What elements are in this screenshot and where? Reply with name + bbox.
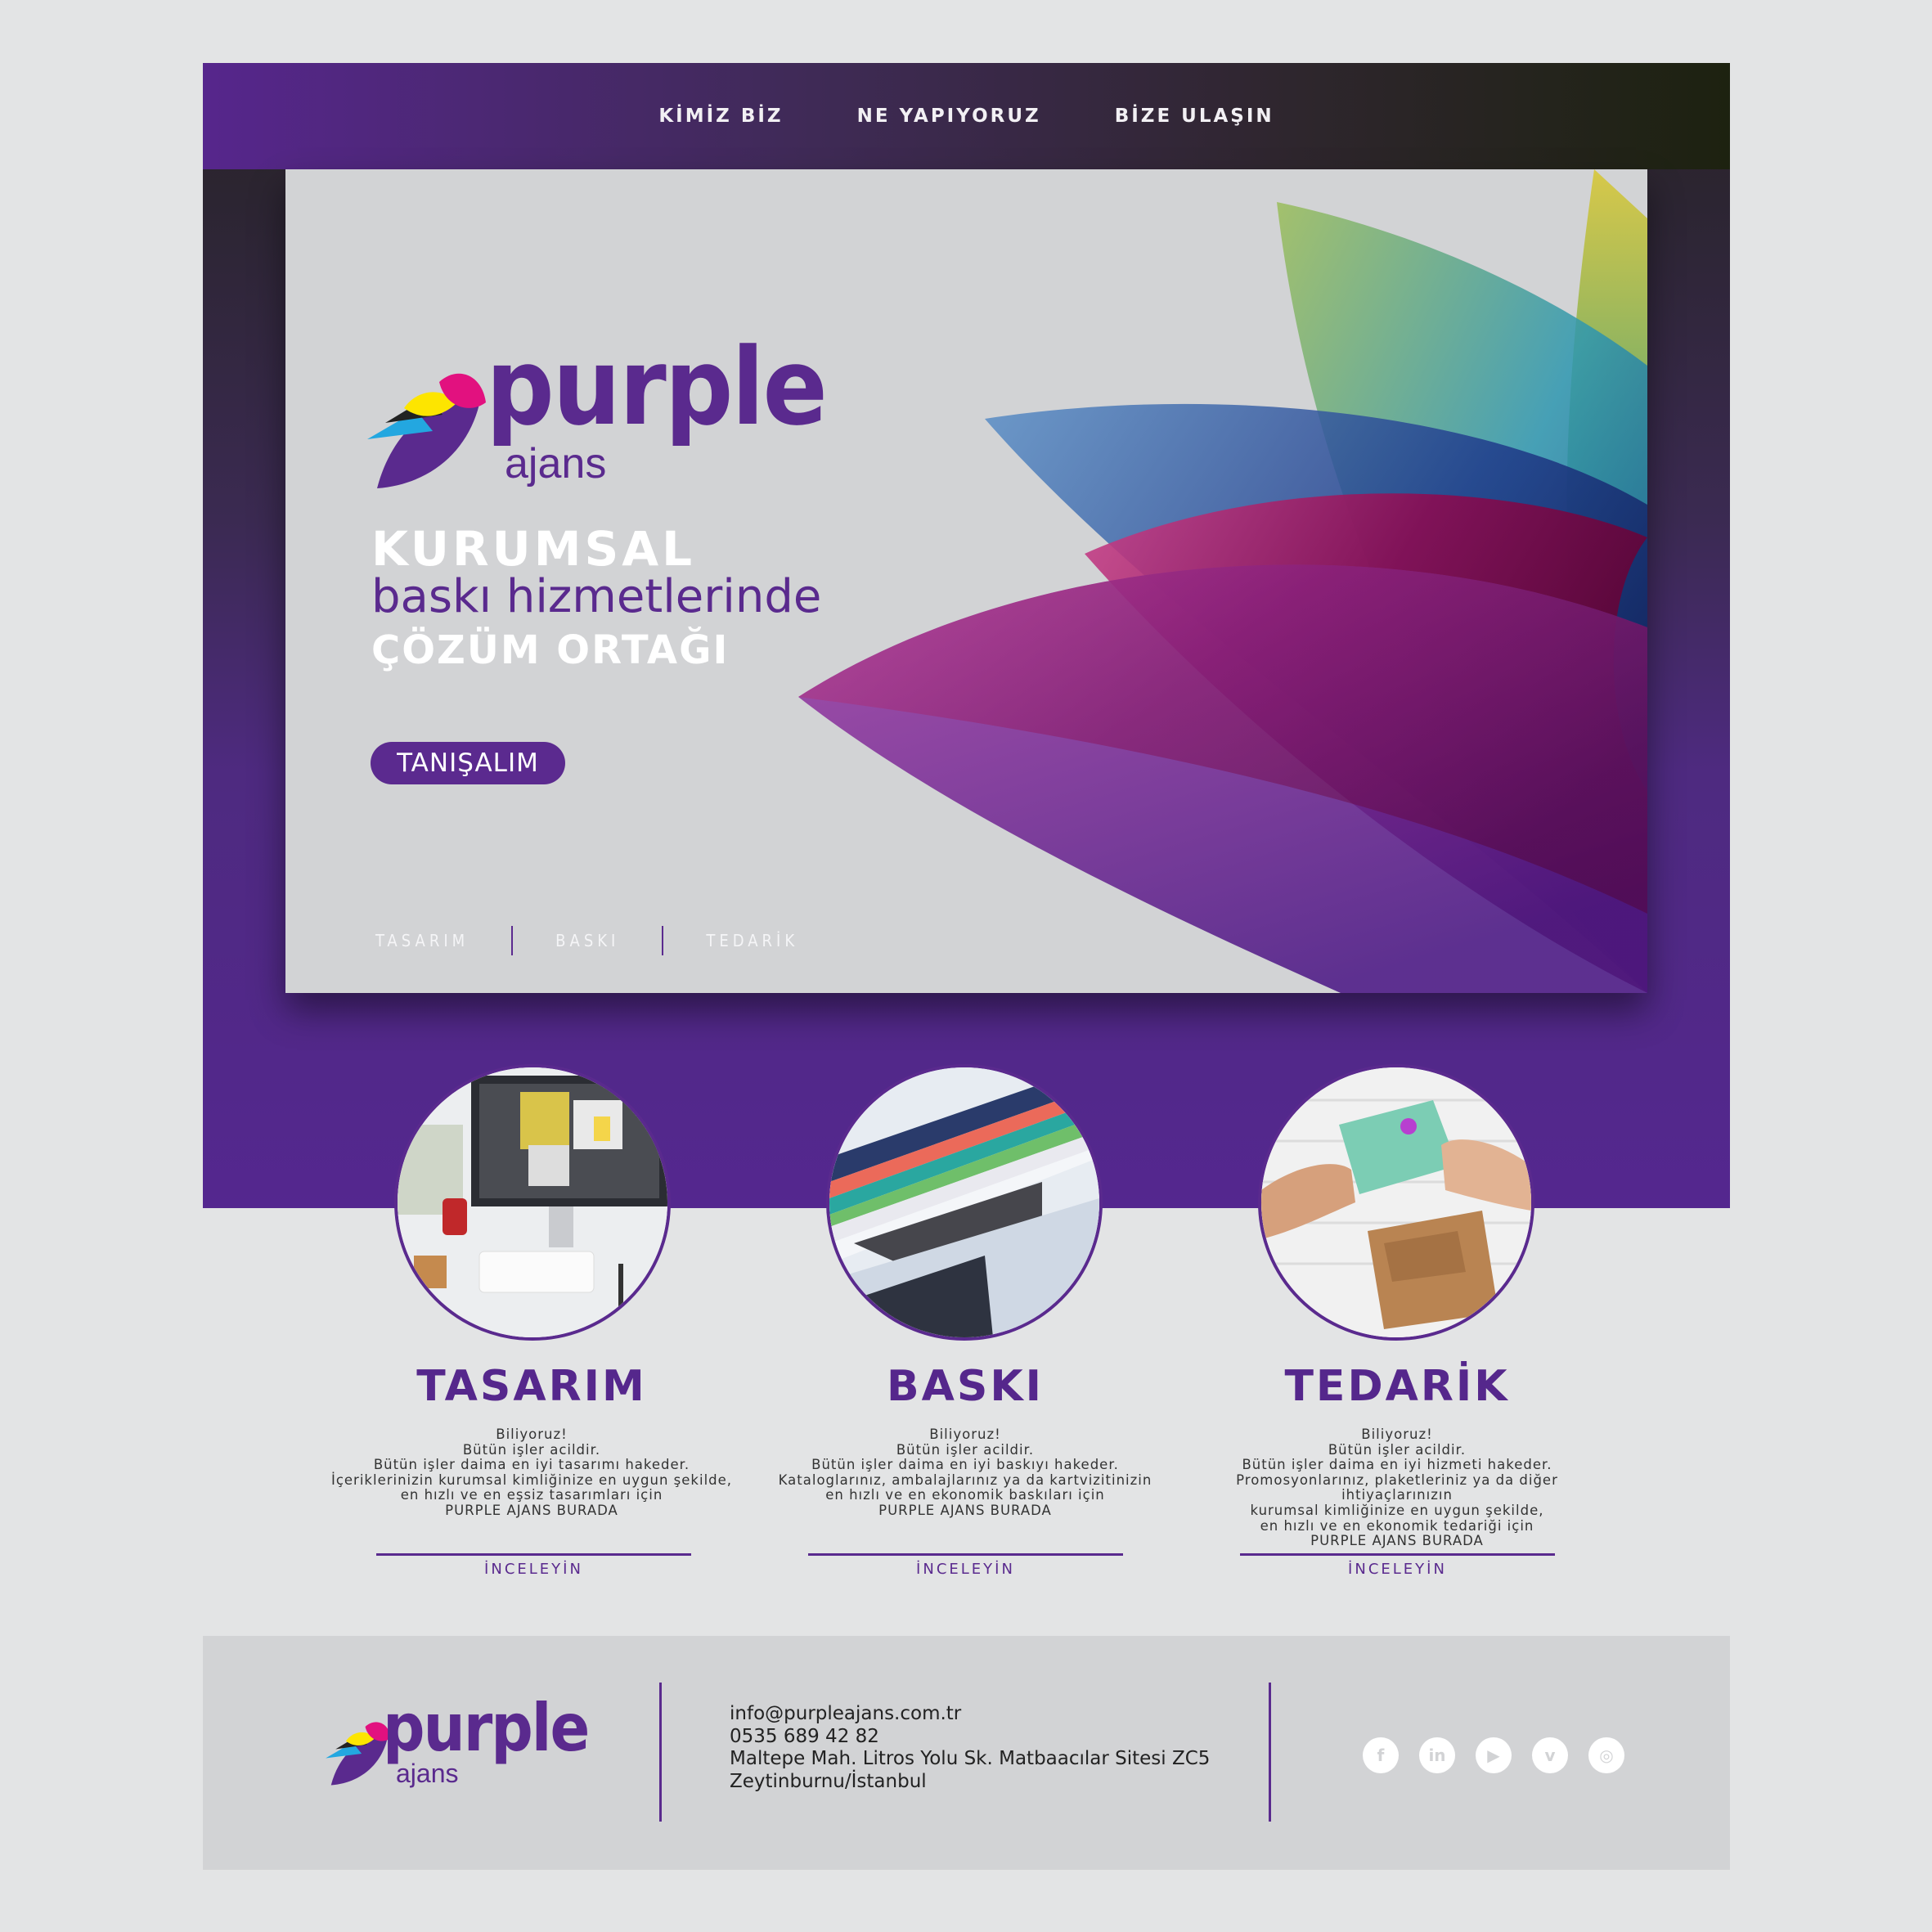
subnav-item-tedarik[interactable]: TEDARİK <box>706 931 798 950</box>
hero-headline-cozum: ÇÖZÜM ORTAĞI <box>371 627 730 673</box>
tanisalim-button[interactable]: TANIŞALIM <box>371 742 565 784</box>
subnav-divider <box>511 926 514 955</box>
card-divider <box>376 1553 691 1556</box>
footer-address-line2: Zeytinburnu/İstanbul <box>730 1770 927 1792</box>
printed-catalogs-image[interactable] <box>826 1064 1103 1341</box>
footer-email[interactable]: info@purpleajans.com.tr <box>730 1703 1210 1726</box>
designer-workstation-image[interactable] <box>394 1064 671 1341</box>
brand-wordmark: purple <box>486 325 828 449</box>
inceleyin-link-tasarim[interactable]: İNCELEYİN <box>376 1561 691 1578</box>
nav-item-ne-yapiyoruz[interactable]: NE YAPIYORUZ <box>857 106 1041 127</box>
subnav-divider <box>662 926 664 955</box>
inceleyin-link-baski[interactable]: İNCELEYİN <box>808 1561 1123 1578</box>
footer-subword: ajans <box>396 1759 459 1788</box>
card-title-tedarik: TEDARİK <box>1284 1362 1510 1411</box>
footer: purple ajans info@purpleajans.com.tr 053… <box>203 1636 1730 1870</box>
card-text-tasarim: Biliyoruz! Bütün işler acildir. Bütün işle… <box>330 1427 733 1518</box>
brand-logo[interactable]: purple ajans <box>367 325 828 500</box>
footer-divider <box>1269 1683 1271 1822</box>
brand-subword: ajans <box>505 440 607 487</box>
facebook-icon[interactable]: f <box>1363 1737 1399 1773</box>
card-title-baski: BASKI <box>887 1362 1044 1411</box>
instagram-icon[interactable]: ◎ <box>1588 1737 1624 1773</box>
footer-contact: info@purpleajans.com.tr 0535 689 42 82 M… <box>730 1703 1210 1793</box>
card-divider <box>1240 1553 1555 1556</box>
vimeo-icon[interactable]: v <box>1532 1737 1568 1773</box>
hero-headline-kurumsal: KURUMSAL <box>371 521 696 577</box>
nav-item-bize-ulasin[interactable]: BİZE ULAŞIN <box>1115 106 1274 127</box>
gift-exchange-image[interactable] <box>1258 1064 1534 1341</box>
linkedin-icon[interactable]: in <box>1419 1737 1455 1773</box>
footer-wordmark: purple <box>383 1690 590 1766</box>
footer-brand-logo[interactable]: purple ajans <box>317 1690 590 1793</box>
nav-item-kimiz-biz[interactable]: KİMİZ BİZ <box>658 106 783 127</box>
footer-divider <box>659 1683 662 1822</box>
subnav-item-baski[interactable]: BASKI <box>555 931 619 950</box>
card-title-tasarim: TASARIM <box>416 1362 647 1411</box>
footer-address-line1: Maltepe Mah. Litros Yolu Sk. Matbaacılar… <box>730 1748 1211 1769</box>
card-text-baski: Biliyoruz! Bütün işler acildir. Bütün işle… <box>778 1427 1152 1518</box>
card-divider <box>808 1553 1123 1556</box>
top-navigation: KİMİZ BİZ NE YAPIYORUZ BİZE ULAŞIN <box>203 63 1730 169</box>
hero-headline-baski: baskı hizmetlerinde <box>371 570 822 623</box>
hero-banner: purple ajans KURUMSAL baskı hizmetlerind… <box>285 169 1647 993</box>
subnav-item-tasarim[interactable]: TASARIM <box>375 931 469 950</box>
youtube-icon[interactable]: ▶ <box>1476 1737 1512 1773</box>
social-links: f in ▶ v ◎ <box>1363 1737 1624 1773</box>
card-text-tedarik: Biliyoruz! Bütün işler acildir. Bütün işle… <box>1236 1427 1558 1549</box>
inceleyin-link-tedarik[interactable]: İNCELEYİN <box>1240 1561 1555 1578</box>
hero-subnav: TASARIM BASKI TEDARİK <box>375 926 798 955</box>
footer-phone[interactable]: 0535 689 42 82 <box>730 1726 1210 1749</box>
